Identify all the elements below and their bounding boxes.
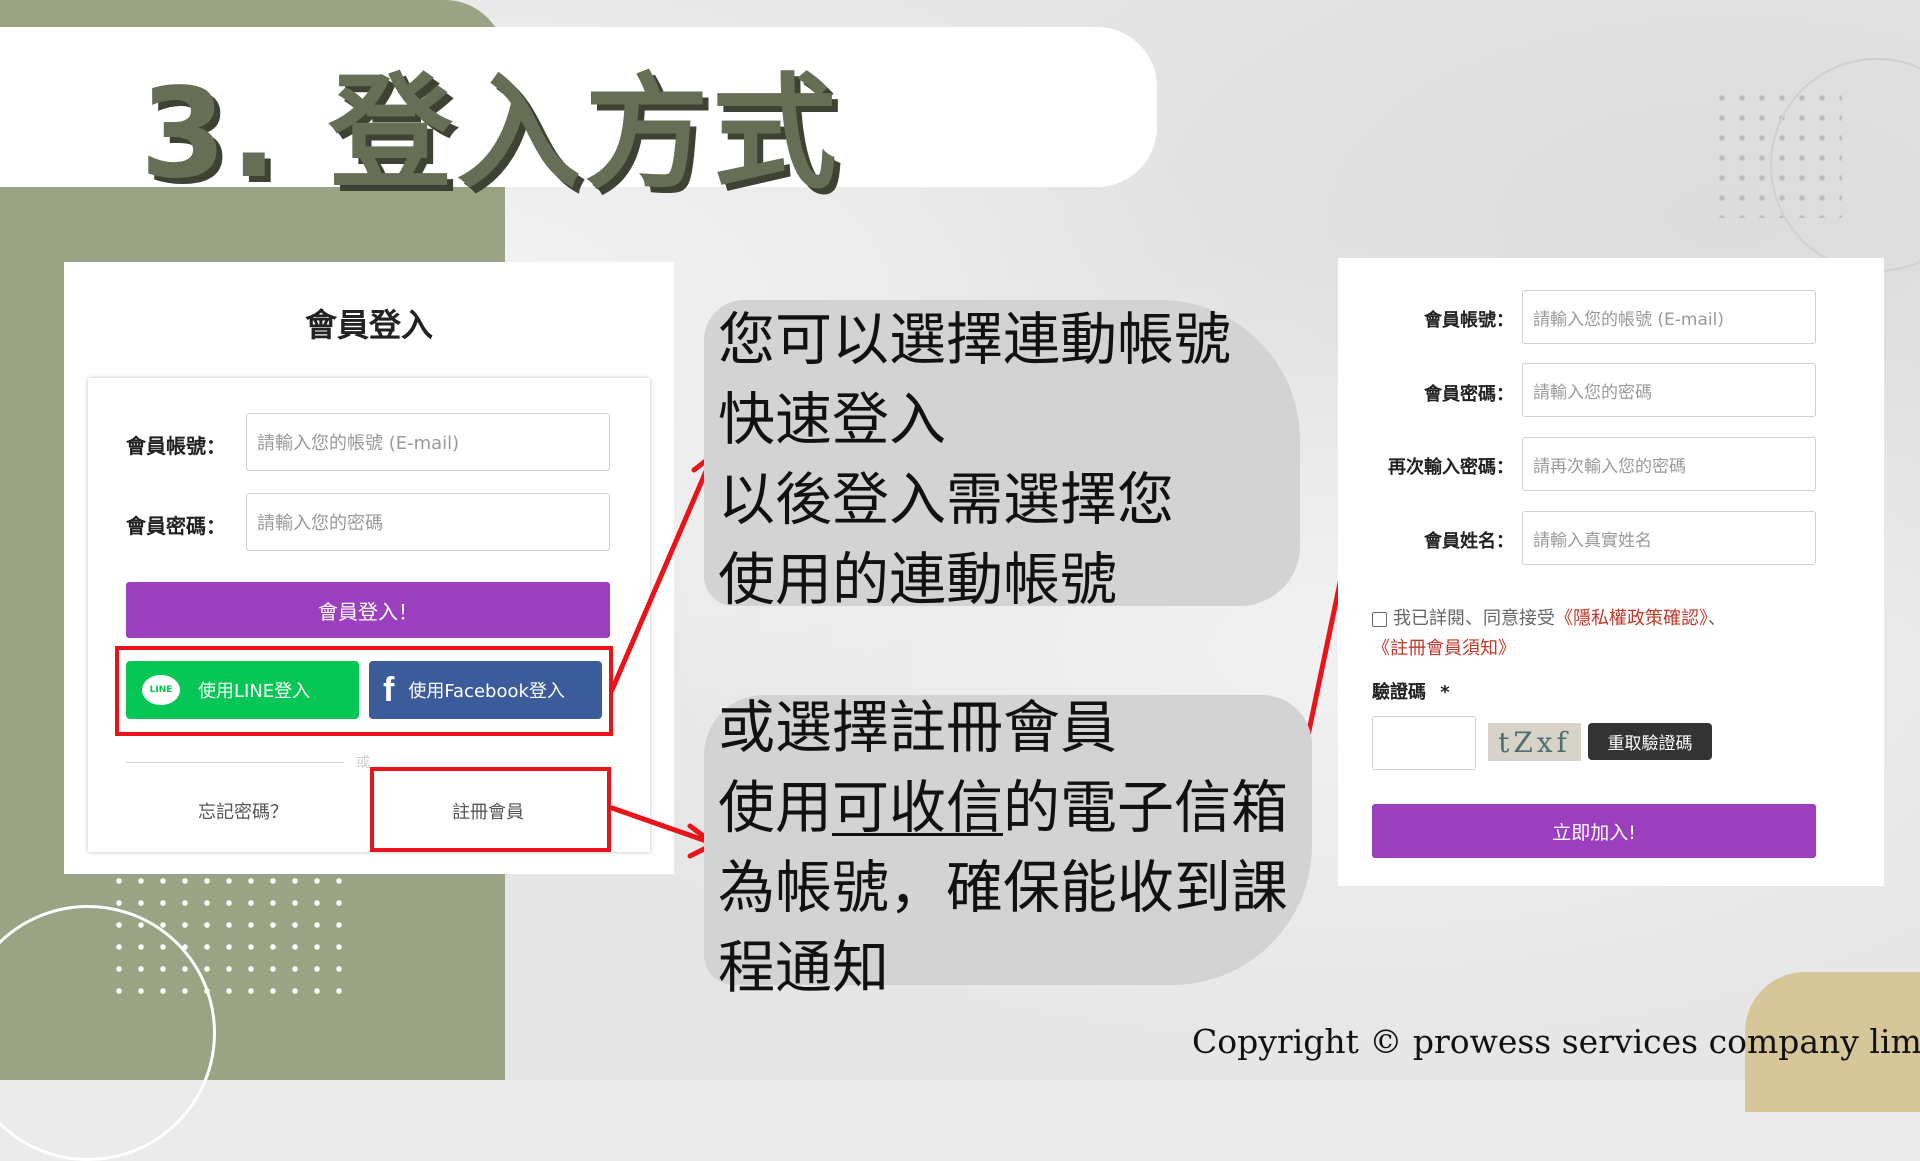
reg-password-label: 會員密碼： bbox=[1424, 384, 1514, 405]
explanation-line: 以後登入需選擇您 bbox=[718, 467, 1174, 533]
explanation-line: 使用的連動帳號 bbox=[718, 547, 1117, 613]
member-terms-link[interactable]: 《註冊會員須知》 bbox=[1372, 638, 1516, 659]
agree-text: 我已詳閱、同意接受 bbox=[1393, 608, 1555, 629]
privacy-policy-link[interactable]: 《隱私權政策確認》 bbox=[1555, 608, 1708, 629]
required-marker: * bbox=[1440, 682, 1450, 703]
explanation-fragment: 的電子信箱 bbox=[1003, 775, 1288, 841]
captcha-image: tZxf bbox=[1488, 723, 1581, 761]
arrow-to-register-text bbox=[609, 805, 715, 846]
reg-password-input[interactable]: 請輸入您的密碼 bbox=[1522, 363, 1816, 417]
explanation-underlined: 可收信 bbox=[832, 775, 1003, 841]
reg-confirm-label: 再次輸入密碼： bbox=[1388, 457, 1514, 478]
reg-confirm-input[interactable]: 請再次輸入您的密碼 bbox=[1522, 437, 1816, 491]
reg-name-placeholder: 請輸入真實姓名 bbox=[1533, 530, 1652, 551]
reg-account-placeholder: 請輸入您的帳號 (E-mail) bbox=[1533, 309, 1724, 330]
join-now-label: 立即加入! bbox=[1552, 821, 1636, 844]
explanation-line: 或選擇註冊會員 bbox=[718, 695, 1117, 761]
explanation-line: 程通知 bbox=[718, 935, 889, 1001]
explanation-fragment: 使用 bbox=[718, 775, 832, 841]
reg-password-placeholder: 請輸入您的密碼 bbox=[1533, 382, 1652, 403]
join-now-button[interactable]: 立即加入! bbox=[1372, 804, 1816, 858]
register-screenshot bbox=[1338, 258, 1884, 886]
copyright-text: Copyright © prowess services company lim… bbox=[1192, 1022, 1920, 1061]
explanation-line: 為帳號，確保能收到課 bbox=[718, 855, 1288, 921]
reg-name-label: 會員姓名： bbox=[1424, 531, 1514, 552]
agree-separator: 、 bbox=[1708, 608, 1726, 629]
agreement-row: 我已詳閱、同意接受《隱私權政策確認》、 bbox=[1372, 604, 1726, 630]
reg-account-input[interactable]: 請輸入您的帳號 (E-mail) bbox=[1522, 290, 1816, 344]
register-explanation: 或選擇註冊會員 使用可收信的電子信箱 為帳號，確保能收到課 程通知 bbox=[718, 688, 1288, 1008]
captcha-label-row: 驗證碼 * bbox=[1372, 678, 1450, 704]
captcha-label: 驗證碼 bbox=[1372, 682, 1426, 703]
explanation-line: 您可以選擇連動帳號 bbox=[718, 307, 1231, 373]
explanation-line: 使用可收信的電子信箱 bbox=[718, 768, 1288, 848]
reg-confirm-placeholder: 請再次輸入您的密碼 bbox=[1533, 456, 1686, 477]
captcha-input[interactable] bbox=[1372, 716, 1476, 770]
terms-row: 《註冊會員須知》 bbox=[1372, 634, 1516, 660]
refresh-captcha-button[interactable]: 重取驗證碼 bbox=[1588, 723, 1712, 760]
reg-name-input[interactable]: 請輸入真實姓名 bbox=[1522, 511, 1816, 565]
reg-account-label: 會員帳號： bbox=[1424, 310, 1514, 331]
arrow-to-linked-text bbox=[609, 459, 713, 693]
linked-account-explanation: 您可以選擇連動帳號 快速登入 以後登入需選擇您 使用的連動帳號 bbox=[718, 300, 1231, 620]
explanation-line: 快速登入 bbox=[718, 387, 946, 453]
agree-checkbox[interactable] bbox=[1372, 611, 1387, 627]
